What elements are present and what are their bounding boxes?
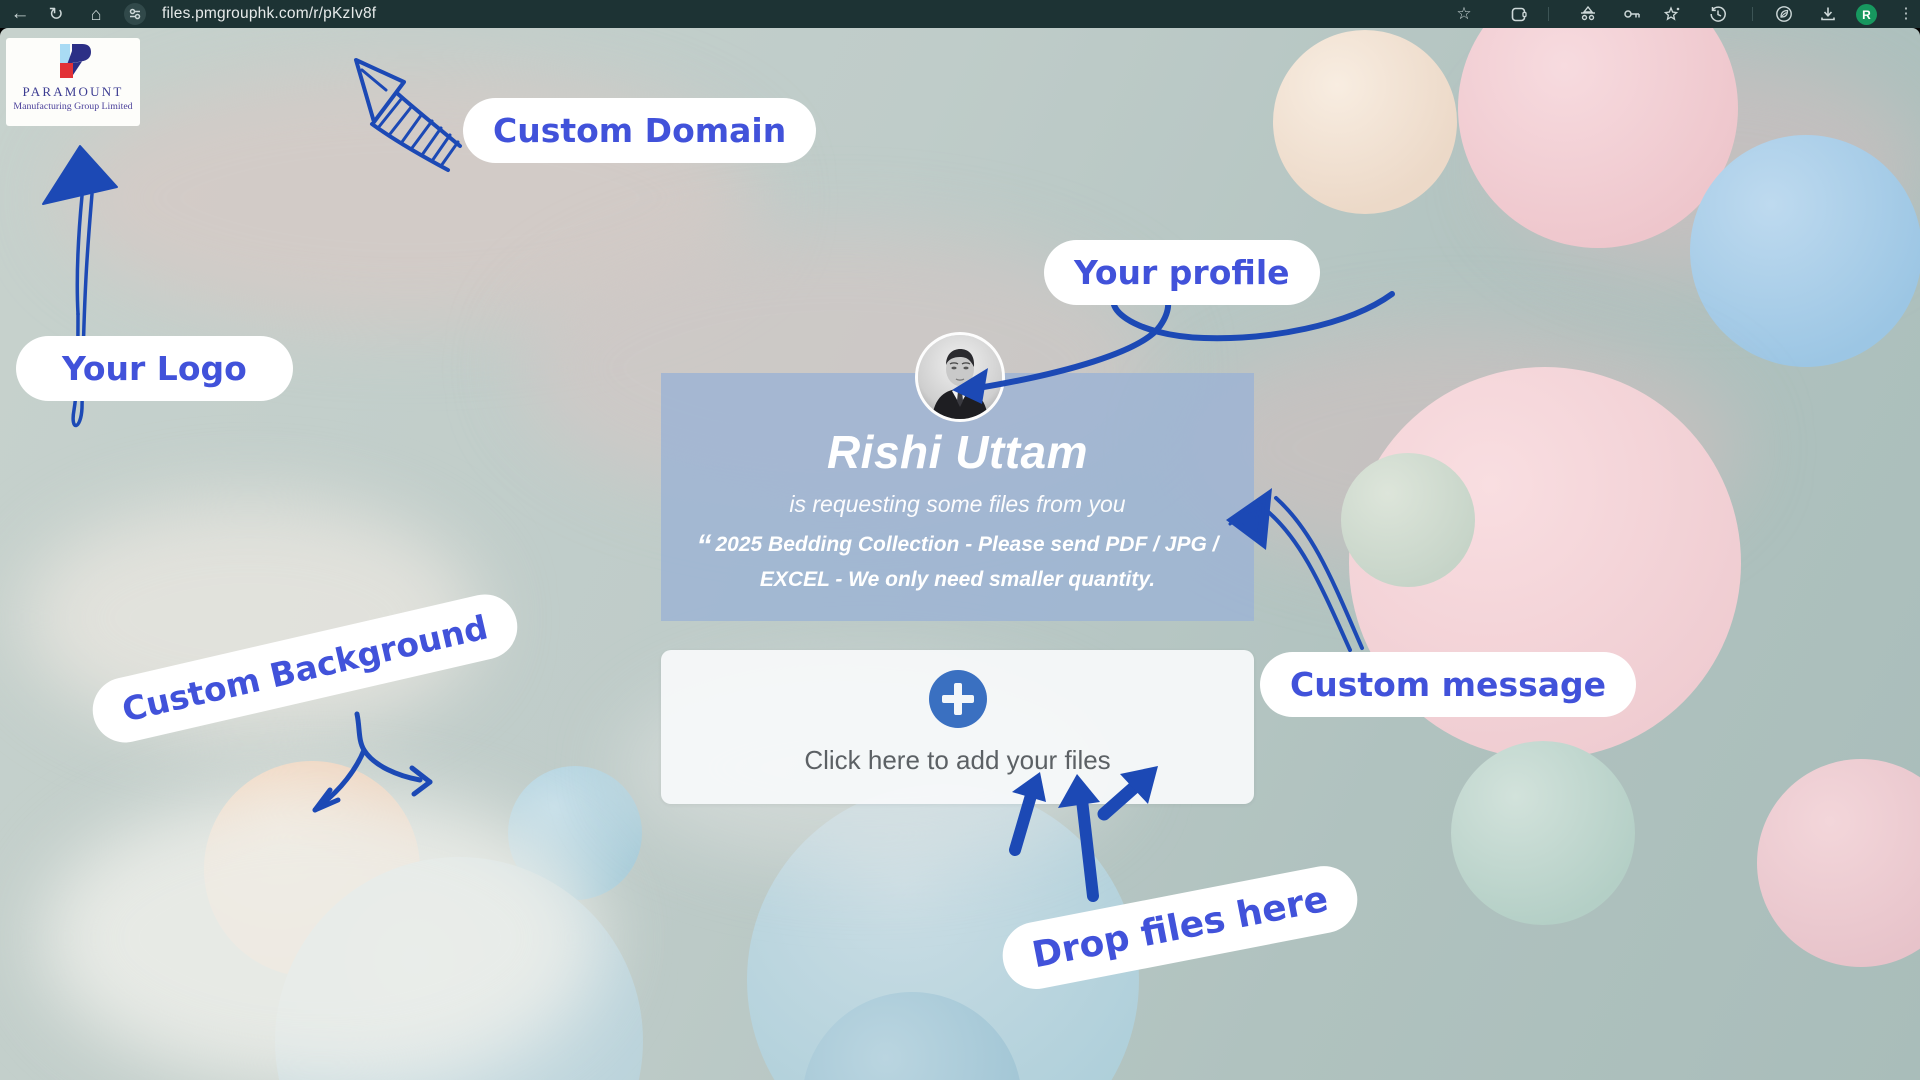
- background-sphere: [1757, 759, 1920, 967]
- menu-icon[interactable]: ⋮: [1896, 0, 1916, 28]
- browser-profile-avatar[interactable]: R: [1856, 4, 1877, 25]
- sparkle-star-icon[interactable]: [1660, 0, 1684, 28]
- history-glyph: [1709, 5, 1727, 23]
- custom-message-label: Custom message: [1260, 652, 1636, 717]
- company-name: PARAMOUNT: [23, 84, 124, 100]
- your-profile-label: Your profile: [1044, 240, 1320, 305]
- history-icon[interactable]: [1706, 0, 1730, 28]
- tune-sliders-icon: [128, 7, 142, 21]
- screenshot-stage: ← ↻ ⌂ files.pmgrouphk.com/r/pKzIv8f ☆: [0, 0, 1920, 1080]
- toolbar-divider: [1548, 7, 1549, 21]
- company-logo-card: PARAMOUNT Manufacturing Group Limited: [6, 38, 140, 126]
- requester-name: Rishi Uttam: [661, 425, 1254, 479]
- site-info-icon[interactable]: [124, 3, 146, 25]
- sparkle-star-glyph: [1663, 5, 1681, 23]
- company-tagline: Manufacturing Group Limited: [13, 101, 132, 112]
- background-sphere: [1341, 453, 1475, 587]
- background-cloud: [40, 788, 600, 1080]
- request-subtitle: is requesting some files from you: [661, 491, 1254, 518]
- profile-avatar: [915, 332, 1005, 422]
- download-icon[interactable]: [1816, 0, 1840, 28]
- download-glyph: [1819, 5, 1837, 23]
- custom-message-body: 2025 Bedding Collection - Please send PD…: [716, 533, 1219, 591]
- battery-saver-icon[interactable]: [1772, 0, 1796, 28]
- toolbar-divider: [1752, 7, 1753, 21]
- bookmark-glyph: ☆: [1456, 0, 1471, 28]
- quote-icon: “: [697, 529, 712, 562]
- dropzone-label: Click here to add your files: [661, 745, 1254, 776]
- file-dropzone[interactable]: Click here to add your files: [661, 650, 1254, 804]
- paramount-logo-icon: [52, 43, 94, 83]
- reload-glyph: ↻: [48, 0, 63, 28]
- your-logo-label: Your Logo: [16, 336, 293, 401]
- key-glyph: [1623, 7, 1641, 21]
- private-mode-icon[interactable]: [1576, 0, 1600, 28]
- home-icon[interactable]: ⌂: [84, 0, 108, 28]
- reload-icon[interactable]: ↻: [44, 0, 68, 28]
- leaf-glyph: [1775, 5, 1793, 23]
- back-glyph: ←: [11, 0, 30, 28]
- background-sphere: [1690, 135, 1920, 367]
- browser-toolbar: ← ↻ ⌂ files.pmgrouphk.com/r/pKzIv8f ☆: [0, 0, 1920, 28]
- file-request-page: Rishi Uttam is requesting some files fro…: [0, 28, 1920, 1080]
- url-field[interactable]: files.pmgrouphk.com/r/pKzIv8f: [162, 0, 376, 28]
- custom-domain-label: Custom Domain: [463, 98, 816, 163]
- extensions-icon[interactable]: [1506, 0, 1530, 28]
- home-glyph: ⌂: [91, 0, 102, 28]
- custom-message-text: “2025 Bedding Collection - Please send P…: [684, 528, 1232, 597]
- bookmark-star-icon[interactable]: ☆: [1452, 0, 1476, 28]
- background-sphere: [1273, 30, 1457, 214]
- extensions-glyph: [1510, 6, 1527, 23]
- profile-portrait-image: [918, 335, 1002, 419]
- menu-glyph: ⋮: [1899, 0, 1914, 28]
- add-files-plus-icon[interactable]: [929, 670, 987, 728]
- password-key-icon[interactable]: [1620, 0, 1644, 28]
- back-icon[interactable]: ←: [8, 0, 32, 28]
- background-sphere: [1451, 741, 1635, 925]
- private-mode-glyph: [1579, 6, 1597, 22]
